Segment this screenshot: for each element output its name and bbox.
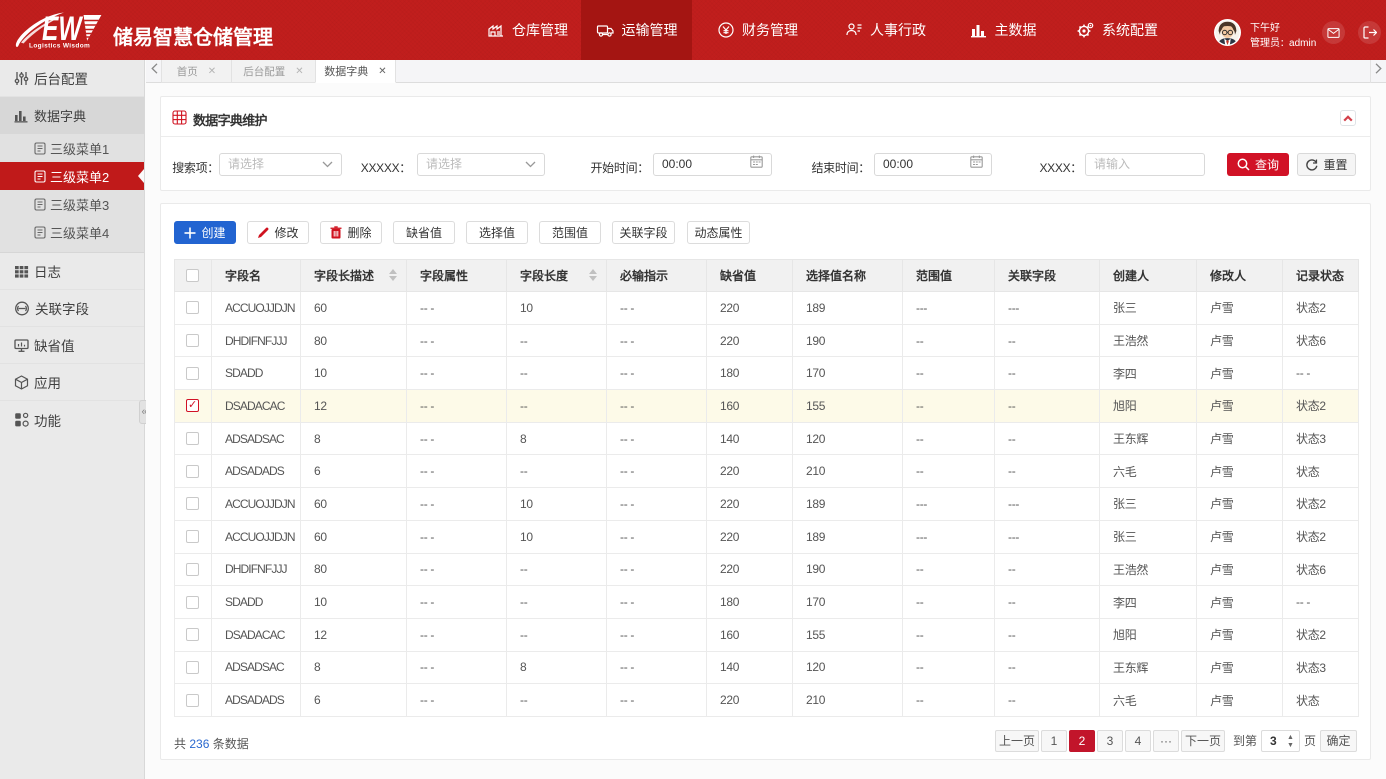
svg-text:Logistics Wisdom: Logistics Wisdom (29, 43, 90, 50)
